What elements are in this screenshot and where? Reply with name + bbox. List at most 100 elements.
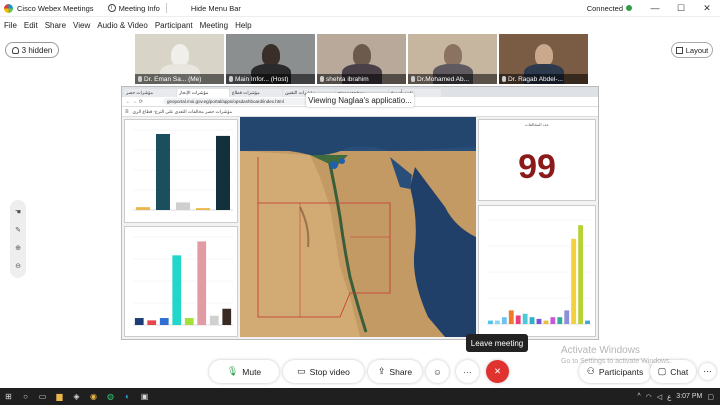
zoom-in-icon[interactable]: ⊕	[15, 244, 21, 252]
chart-bar	[494, 320, 500, 324]
more-icon: ⋯	[703, 366, 712, 376]
stop-video-button[interactable]: ▭ Stop video	[283, 360, 364, 383]
mute-button[interactable]: 🎙 Mute	[209, 360, 279, 383]
mute-label: Mute	[242, 366, 262, 377]
system-tray: ^ ◠ ◁ ع 3:07 PM ▢	[632, 393, 720, 401]
minimize-button[interactable]: —	[642, 3, 668, 13]
notification-icon[interactable]: ▢	[707, 393, 714, 401]
network-icon[interactable]: ◠	[646, 393, 652, 401]
divider	[165, 3, 167, 13]
leave-meeting-tooltip: Leave meeting	[466, 334, 528, 352]
hidden-count-label: 3 hidden	[21, 45, 53, 55]
kpi-value: 99	[518, 148, 556, 186]
bar-chart-bottom-left	[133, 236, 233, 326]
whatsapp-icon[interactable]: ◍	[102, 388, 119, 405]
clock[interactable]: 3:07 PM	[676, 393, 702, 400]
mic-icon	[229, 76, 233, 82]
layout-grid-icon	[675, 46, 683, 54]
person-icon	[11, 46, 19, 54]
maximize-button[interactable]: ☐	[668, 3, 694, 14]
chart-bar	[197, 241, 207, 325]
menu-icon: ≡	[125, 108, 129, 115]
activate-windows-watermark: Activate Windows Go to Settings to activ…	[561, 345, 672, 367]
window-title-bar: Cisco Webex Meetings i Meeting Info Hide…	[0, 0, 720, 17]
chart-bar	[159, 318, 169, 325]
microphone-icon: 🎙	[226, 366, 239, 376]
more-icon: ···	[463, 366, 472, 377]
chart-bar	[209, 315, 219, 325]
mic-icon	[502, 76, 506, 82]
chart-bar	[501, 317, 507, 324]
language-indicator[interactable]: ع	[667, 393, 671, 401]
chrome-icon[interactable]: ◉	[85, 388, 102, 405]
chart-panel-right	[478, 205, 596, 337]
chat-icon: ▢	[657, 366, 667, 376]
annotation-toolbar: ☚ ✎ ⊕ ⊖	[10, 200, 26, 278]
map-canvas	[240, 117, 476, 337]
browser-tab: مؤشرات حصر	[124, 89, 176, 97]
meeting-info-button[interactable]: i Meeting Info	[107, 3, 160, 13]
chart-bar	[176, 202, 190, 210]
zoom-out-icon[interactable]: ⊖	[15, 262, 21, 270]
watermark-subtitle: Go to Settings to activate Windows.	[561, 358, 672, 365]
windows-taskbar: ⊞ ○ ▭ ▆ ◈ ◉ ◍ ◐ ▣ ^ ◠ ◁ ع 3:07 PM ▢	[0, 388, 720, 405]
menu-edit[interactable]: Edit	[24, 21, 38, 30]
chart-bar	[222, 308, 232, 325]
overflow-button[interactable]: ⋯	[699, 363, 716, 380]
video-tile[interactable]: Main Infor... (Host)	[226, 34, 315, 84]
start-icon[interactable]: ⊞	[0, 388, 17, 405]
menu-help[interactable]: Help	[235, 21, 251, 30]
webex-taskbar-icon[interactable]: ◐	[119, 388, 136, 405]
tray-arrow-icon[interactable]: ^	[637, 393, 640, 400]
leave-meeting-button[interactable]: ✕	[486, 360, 509, 383]
camera-icon: ▭	[297, 366, 306, 376]
shared-screen: مؤشرات حصر مؤشرات الإنجاز مؤشرات قطاع مؤ…	[121, 86, 599, 340]
chart-panel-top-left	[124, 119, 238, 223]
video-tile[interactable]: shehta ibrahim	[317, 34, 406, 84]
hide-menu-bar-button[interactable]: Hide Menu Bar	[191, 4, 241, 13]
hidden-participants-button[interactable]: 3 hidden	[5, 42, 59, 58]
task-view-icon[interactable]: ▭	[34, 388, 51, 405]
video-tile[interactable]: Dr. Eman Sa... (Me)	[135, 34, 224, 84]
menu-file[interactable]: File	[4, 21, 17, 30]
menu-audio-video[interactable]: Audio & Video	[97, 21, 148, 30]
mic-icon	[320, 76, 324, 82]
pen-icon[interactable]: ✎	[15, 226, 21, 234]
video-tile[interactable]: Dr.Mohamed Ab...	[408, 34, 497, 84]
browser-tab: مؤشرات الإنجاز	[177, 89, 229, 97]
app-icon[interactable]: ▣	[136, 388, 153, 405]
chart-bar	[529, 317, 535, 324]
explorer-icon[interactable]: ▆	[51, 388, 68, 405]
info-icon: i	[107, 4, 116, 12]
search-icon[interactable]: ○	[17, 388, 34, 405]
sharing-banner[interactable]: Viewing Naglaa's applicatio...	[306, 93, 414, 107]
kpi-panel: عدد المخالفات 99	[478, 119, 596, 201]
menu-meeting[interactable]: Meeting	[200, 21, 228, 30]
menu-participant[interactable]: Participant	[155, 21, 193, 30]
close-window-button[interactable]: ✕	[694, 3, 720, 14]
close-icon: ✕	[493, 366, 502, 376]
bar-chart-top-left	[133, 129, 233, 211]
video-tile-active-speaker[interactable]: Dr. Ragab Abdel-...	[499, 34, 588, 84]
pointer-icon[interactable]: ☚	[15, 208, 21, 216]
video-strip: Dr. Eman Sa... (Me) Main Infor... (Host)…	[135, 34, 588, 84]
chart-bar	[147, 320, 157, 325]
chart-bar	[515, 315, 521, 324]
chart-bar	[571, 238, 577, 324]
volume-icon[interactable]: ◁	[657, 393, 662, 401]
layout-button[interactable]: Layout	[671, 42, 713, 58]
chart-bar	[543, 320, 549, 324]
menu-view[interactable]: View	[73, 21, 90, 30]
connected-dot-icon	[626, 5, 632, 11]
share-label: Share	[389, 366, 413, 377]
reactions-button[interactable]: ☺	[426, 360, 449, 383]
more-options-button[interactable]: ···	[456, 360, 479, 383]
share-button[interactable]: ⇪ Share	[368, 360, 422, 383]
app-name: Cisco Webex Meetings	[17, 3, 94, 13]
store-icon[interactable]: ◈	[68, 388, 85, 405]
meeting-info-label: Meeting Info	[118, 3, 160, 13]
menu-share[interactable]: Share	[45, 21, 66, 30]
chart-bar	[564, 310, 570, 324]
url-field: geoportal.moi.gov.eg/portal/apps/opsdash…	[162, 98, 313, 105]
kpi-title: عدد المخالفات	[524, 122, 550, 127]
